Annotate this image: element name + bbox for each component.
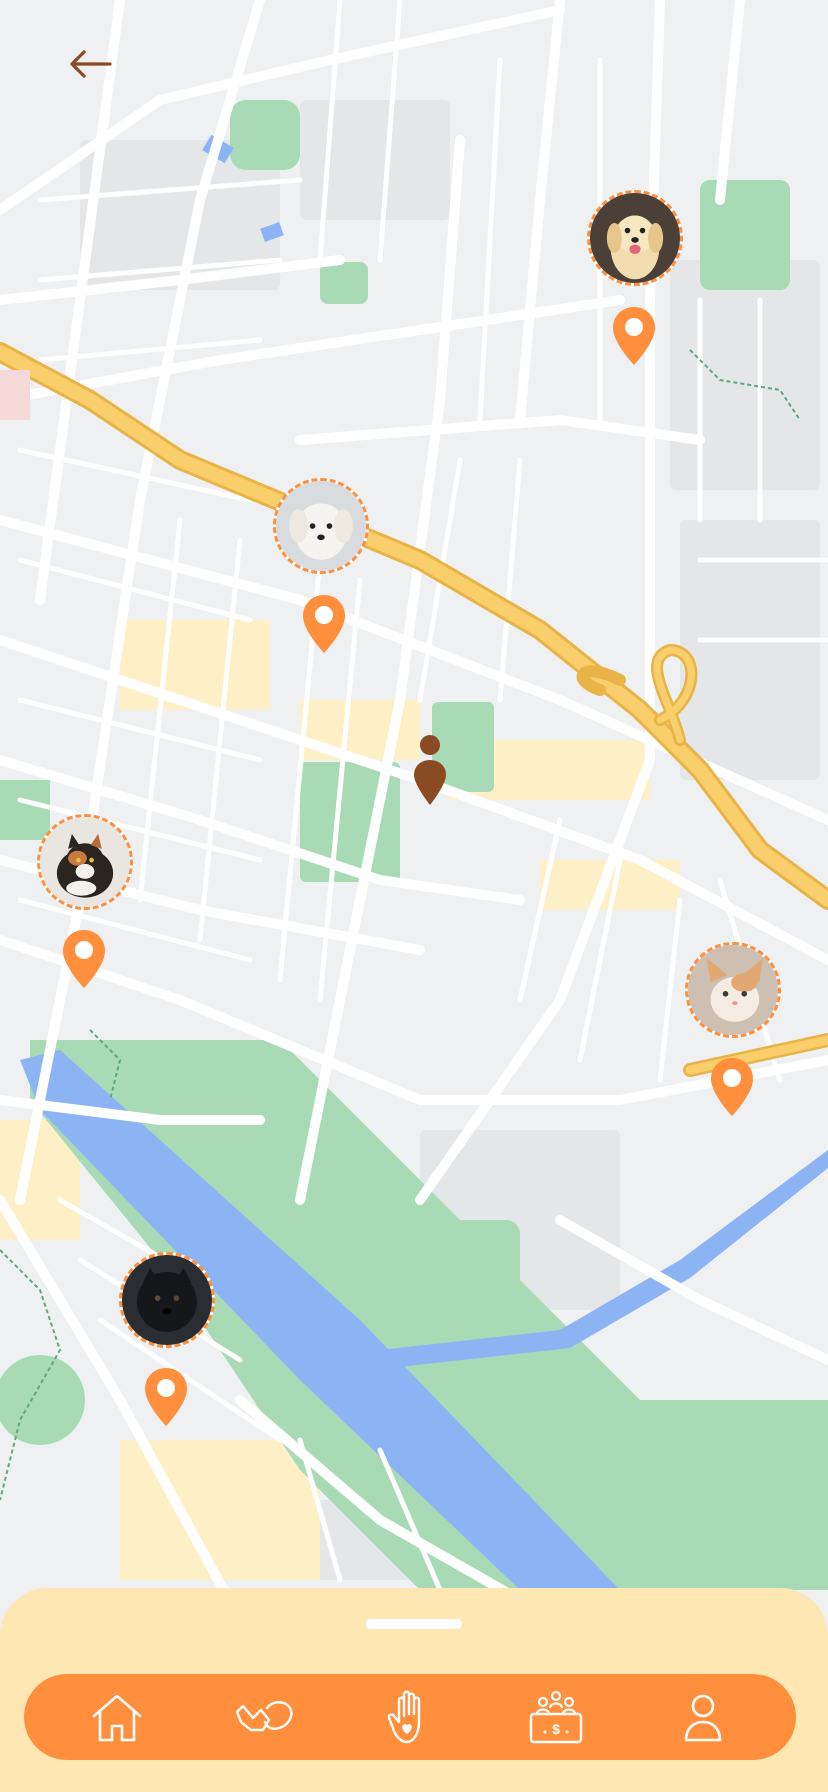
dog-photo: [590, 193, 680, 283]
donation-box-icon: $: [530, 1690, 583, 1744]
pet-avatar-dog-black[interactable]: [119, 1252, 215, 1348]
pet-avatar-cat-orange[interactable]: [685, 942, 781, 1038]
dog-photo: [122, 1255, 212, 1345]
nav-item-profile[interactable]: [663, 1682, 743, 1752]
svg-text:$: $: [552, 1721, 560, 1737]
bottom-nav-bar: $: [24, 1674, 796, 1760]
nav-item-volunteer[interactable]: [370, 1682, 450, 1752]
person-location-icon: [414, 735, 446, 805]
hand-paw-icon: [235, 1701, 293, 1732]
profile-icon: [684, 1694, 722, 1742]
back-button[interactable]: [62, 44, 118, 84]
map-view[interactable]: [0, 0, 828, 1792]
pet-avatar-dog-white[interactable]: [273, 478, 369, 574]
nav-item-adopt[interactable]: [224, 1682, 304, 1752]
raised-hand-heart-icon: [387, 1690, 421, 1744]
pet-avatar-cat-calico[interactable]: [37, 814, 133, 910]
map-pin-icon[interactable]: [61, 928, 107, 990]
sheet-drag-handle[interactable]: [366, 1619, 462, 1629]
cat-photo: [688, 945, 778, 1035]
home-icon: [92, 1694, 142, 1742]
map-pin-icon[interactable]: [709, 1056, 755, 1118]
pet-avatar-dog-cream[interactable]: [587, 190, 683, 286]
nav-item-home[interactable]: [77, 1682, 157, 1752]
dog-photo: [276, 481, 366, 571]
arrow-left-icon: [70, 50, 112, 78]
nav-item-donate[interactable]: $: [516, 1682, 596, 1752]
map-pin-icon[interactable]: [611, 305, 657, 367]
map-pin-icon[interactable]: [301, 593, 347, 655]
cat-photo: [40, 817, 130, 907]
map-pin-icon[interactable]: [143, 1366, 189, 1428]
